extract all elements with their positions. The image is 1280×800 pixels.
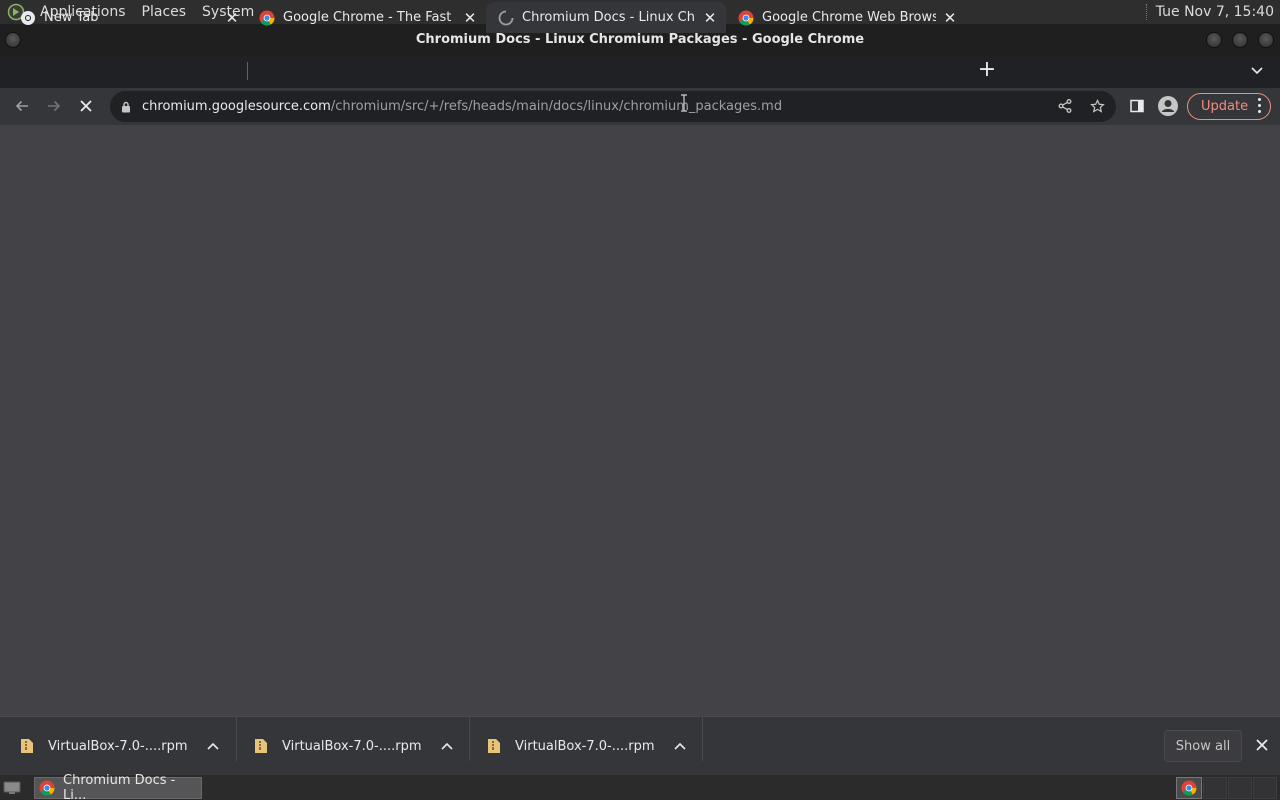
panel-separator [1145, 4, 1148, 20]
tab-search-chevron-icon[interactable] [1246, 60, 1268, 82]
side-panel-icon[interactable] [1126, 95, 1148, 117]
browser-toolbar: chromium.googlesource.com/chromium/src/+… [0, 88, 1280, 125]
tab-chrome-web-browser[interactable]: Google Chrome Web Browser ✕ [726, 2, 966, 33]
tab-new-tab[interactable]: New Tab ✕ [8, 2, 248, 33]
tab-title: Google Chrome - The Fast & S [283, 10, 456, 25]
chrome-logo-icon [39, 780, 55, 796]
tab-close-icon[interactable]: ✕ [460, 8, 480, 28]
show-desktop-icon[interactable] [2, 779, 22, 797]
lock-icon[interactable] [118, 99, 134, 115]
chrome-logo-icon [259, 10, 275, 26]
maximize-button[interactable] [1232, 32, 1248, 48]
minimize-button[interactable] [1206, 32, 1222, 48]
bookmark-star-icon[interactable] [1086, 95, 1108, 117]
download-filename: VirtualBox-7.0-....rpm [282, 738, 422, 754]
workspace-4[interactable] [1253, 777, 1277, 799]
tab-chromium-docs[interactable]: Chromium Docs - Linux Chrom ✕ [486, 2, 726, 33]
download-item[interactable]: VirtualBox-7.0-....rpm [487, 729, 687, 763]
back-arrow-icon[interactable] [10, 94, 34, 118]
tab-close-icon[interactable]: ✕ [700, 8, 720, 28]
taskbar-window-chrome[interactable]: Chromium Docs - Li... [34, 773, 202, 800]
chrome-newtab-icon [20, 10, 36, 26]
taskbar-window-label: Chromium Docs - Li... [63, 773, 176, 800]
profile-avatar-icon[interactable] [1157, 95, 1179, 117]
workspace-2[interactable] [1203, 777, 1227, 799]
chevron-up-icon[interactable] [440, 739, 454, 753]
close-shelf-icon[interactable] [1254, 737, 1270, 753]
tab-strip [0, 55, 1280, 88]
new-tab-plus-icon[interactable]: + [976, 59, 998, 82]
download-filename: VirtualBox-7.0-....rpm [515, 738, 655, 754]
download-divider [702, 717, 703, 761]
download-divider [469, 717, 470, 761]
tab-close-icon[interactable]: ✕ [222, 8, 242, 28]
window-title: Chromium Docs - Linux Chromium Packages … [415, 32, 865, 47]
download-shelf: VirtualBox-7.0-....rpm VirtualBox-7.0-..… [0, 716, 1280, 774]
archive-file-icon [487, 738, 501, 754]
tab-close-icon[interactable]: ✕ [940, 8, 960, 28]
text-cursor-icon [680, 94, 688, 112]
url-host: chromium.googlesource.com [142, 99, 331, 114]
stop-loading-icon[interactable] [74, 94, 98, 118]
download-filename: VirtualBox-7.0-....rpm [48, 738, 188, 754]
clock[interactable]: Tue Nov 7, 15:40 [1156, 4, 1280, 20]
update-button[interactable]: Update [1187, 93, 1271, 120]
chevron-up-icon[interactable] [673, 739, 687, 753]
tab-divider [247, 62, 248, 80]
update-label: Update [1201, 99, 1249, 114]
page-content-area[interactable] [0, 125, 1280, 716]
archive-file-icon [254, 738, 268, 754]
address-bar[interactable]: chromium.googlesource.com/chromium/src/+… [110, 91, 1116, 122]
download-item[interactable]: VirtualBox-7.0-....rpm [254, 729, 454, 763]
archive-file-icon [20, 738, 34, 754]
more-menu-icon[interactable] [1256, 98, 1262, 113]
chevron-up-icon[interactable] [206, 739, 220, 753]
chrome-logo-icon [738, 10, 754, 26]
show-all-downloads-button[interactable]: Show all [1164, 730, 1242, 762]
tab-google-chrome-fast[interactable]: Google Chrome - The Fast & S ✕ [247, 2, 486, 33]
url-path: /chromium/src/+/refs/heads/main/docs/lin… [330, 99, 783, 114]
close-window-button[interactable] [1258, 32, 1274, 48]
forward-arrow-icon[interactable] [42, 94, 66, 118]
download-divider [236, 717, 237, 761]
workspace-3[interactable] [1228, 777, 1252, 799]
bottom-taskbar: Chromium Docs - Li... [0, 773, 1280, 800]
workspace-switcher-chrome-icon[interactable] [1176, 777, 1202, 799]
download-item[interactable]: VirtualBox-7.0-....rpm [20, 729, 220, 763]
tab-title: Chromium Docs - Linux Chrom [522, 10, 696, 25]
share-icon[interactable] [1054, 95, 1076, 117]
tab-title: Google Chrome Web Browser [762, 10, 936, 25]
loading-spinner-icon [498, 10, 514, 26]
window-menu-button[interactable] [5, 32, 21, 48]
tab-title: New Tab [44, 10, 99, 25]
